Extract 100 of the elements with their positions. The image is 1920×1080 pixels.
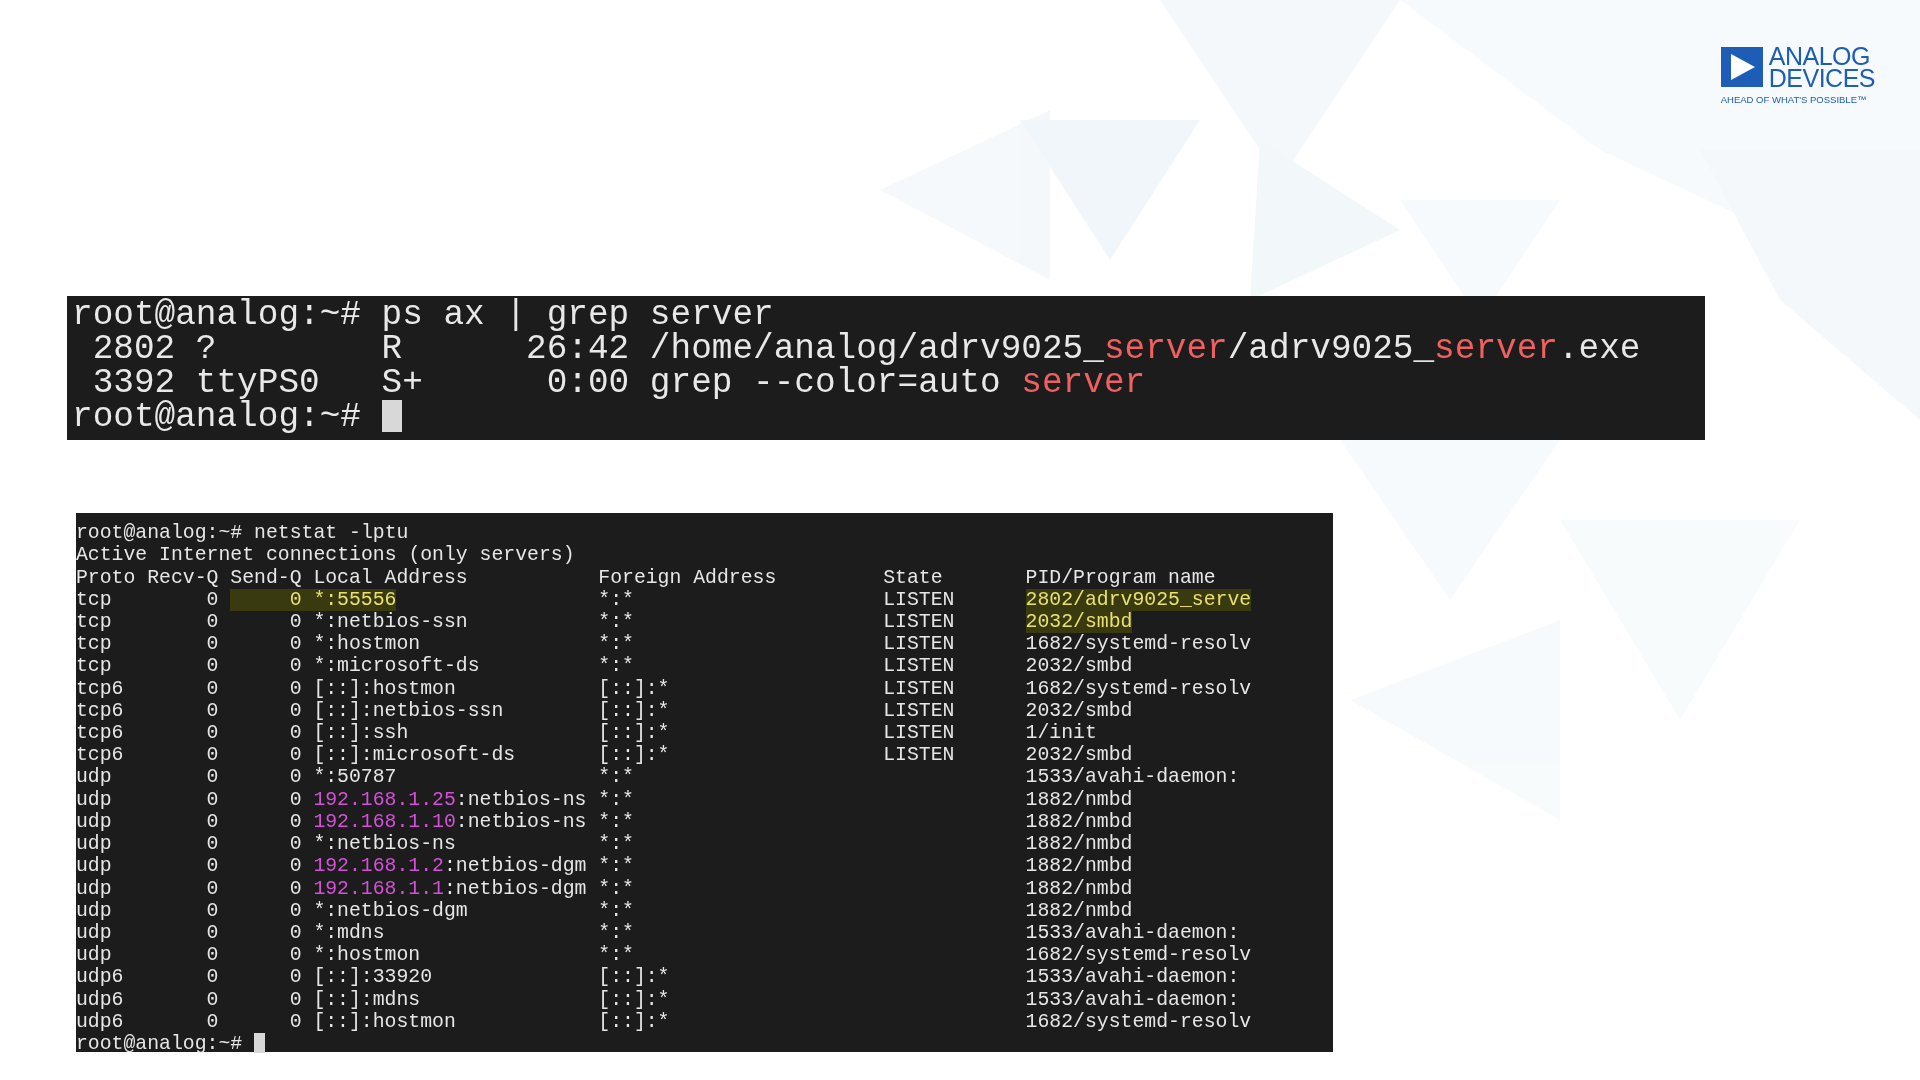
table-cell-text: 0 bbox=[288, 677, 302, 700]
table-cell-text: 0 bbox=[288, 855, 302, 878]
table-cell-text: udp bbox=[76, 788, 113, 811]
table-cell-text: [::]:hostmon bbox=[313, 1010, 457, 1033]
table-cell-text: *:* bbox=[598, 877, 635, 900]
table-cell-text: *:* bbox=[598, 833, 635, 856]
terminal-line: Active Internet connections (only servers) bbox=[76, 544, 575, 567]
table-cell-text: [::]:ssh bbox=[313, 722, 410, 745]
table-cell-text: tcp6 bbox=[76, 722, 125, 745]
table-cell-text: 0 bbox=[205, 1010, 219, 1033]
table-cell-text: 0 bbox=[205, 988, 219, 1011]
table-cell-text: tcp6 bbox=[76, 699, 125, 723]
terminal-line: root@analog:~# bbox=[72, 400, 362, 435]
column-header: Send-Q bbox=[230, 566, 302, 589]
table-cell-text: [::]:mdns bbox=[313, 988, 422, 1011]
table-cell-text: 0 bbox=[288, 744, 302, 767]
table-cell-text: 0 bbox=[288, 655, 302, 678]
table-cell-text: udp6 bbox=[76, 1010, 125, 1033]
table-cell-text: *:* bbox=[598, 611, 635, 634]
table-cell-text: *:* bbox=[598, 788, 635, 811]
table-cell: 2032/smbd bbox=[1025, 744, 1133, 767]
terminal-line: root@analog:~# netstat -lptu bbox=[76, 522, 409, 545]
table-cell-text: tcp bbox=[76, 655, 113, 678]
table-cell-text: 0 bbox=[288, 899, 302, 922]
table-cell-text: udp bbox=[76, 921, 113, 945]
table-cell: 1882/nmbd bbox=[1025, 877, 1133, 900]
table-cell: 1882/nmbd bbox=[1025, 833, 1133, 856]
table-cell-text: tcp bbox=[76, 633, 113, 656]
table-cell-text: *:netbios-ns bbox=[313, 833, 457, 856]
table-cell-text: 0 bbox=[205, 744, 219, 767]
terminal-line: 2802 ? R 26:42 /home/analog/adrv9025_server/adrv9025_server.exe bbox=[92, 332, 1641, 367]
table-cell-text: tcp6 bbox=[76, 744, 125, 767]
table-cell-text: udp6 bbox=[76, 988, 125, 1011]
table-cell-text: [::]:* bbox=[598, 699, 671, 723]
table-cell-text: udp bbox=[76, 766, 113, 789]
logo-icon bbox=[1720, 47, 1763, 87]
table-cell-text: 0 bbox=[288, 1010, 302, 1033]
table-cell-text: *:* bbox=[598, 921, 635, 945]
table-cell: 1882/nmbd bbox=[1025, 855, 1133, 878]
column-header: Foreign Address bbox=[598, 566, 778, 589]
table-cell-text: 0 bbox=[205, 833, 219, 856]
table-cell: 1533/avahi-daemon: bbox=[1025, 766, 1240, 789]
table-cell-text: [::]:* bbox=[598, 966, 671, 989]
table-cell-text: 0 bbox=[205, 655, 219, 678]
table-cell-text: udp bbox=[76, 944, 113, 967]
table-cell: 2802/adrv9025_serve bbox=[1025, 588, 1252, 612]
table-cell-text: *:50787 bbox=[313, 766, 398, 789]
table-cell-text: 0 bbox=[288, 988, 302, 1011]
table-cell-text: udp bbox=[76, 899, 113, 922]
table-cell-text: [::]:* bbox=[598, 988, 671, 1011]
logo-wordmark: ANALOG DEVICES bbox=[1768, 45, 1875, 89]
table-cell-text: 0 bbox=[288, 699, 302, 723]
terminal-line: 3392 ttyPS0 S+ 0:00 grep --color=auto server bbox=[92, 366, 1146, 401]
terminal-line: root@analog:~# ps ax | grep server bbox=[72, 298, 774, 333]
table-cell-text: *:* bbox=[598, 633, 635, 656]
table-cell-text: LISTEN bbox=[883, 633, 956, 656]
table-cell-text: udp bbox=[76, 833, 113, 856]
table-cell: 1682/systemd-resolv bbox=[1025, 944, 1252, 967]
table-cell-text: [::]:microsoft-ds bbox=[313, 744, 517, 767]
table-cell: 1682/systemd-resolv bbox=[1025, 677, 1252, 700]
table-cell-text: 0 bbox=[288, 766, 302, 789]
table-cell-text: 0 bbox=[288, 921, 302, 945]
table-cell-text: *:* bbox=[598, 588, 635, 612]
table-cell-text: *:netbios-dgm bbox=[313, 899, 469, 922]
table-cell-text: 0 bbox=[288, 944, 302, 967]
column-header: State bbox=[883, 566, 944, 589]
table-cell-text: udp bbox=[76, 877, 113, 900]
table-cell-text: 0 bbox=[288, 633, 302, 656]
table-cell-text: 0 bbox=[288, 788, 302, 811]
table-cell-text: *:hostmon bbox=[313, 633, 422, 656]
table-cell-text: 0 bbox=[205, 588, 219, 612]
table-cell-text: 0 bbox=[288, 611, 302, 634]
table-cell-text: tcp6 bbox=[76, 677, 125, 700]
table-cell-text: *:hostmon bbox=[313, 944, 422, 967]
table-cell-text: udp bbox=[76, 855, 113, 878]
column-header: Local Address bbox=[313, 566, 469, 589]
column-header: Recv-Q bbox=[147, 566, 219, 589]
table-cell-text: tcp bbox=[76, 611, 113, 634]
table-cell-text: 0 bbox=[205, 699, 219, 723]
table-cell-text: 0 bbox=[205, 810, 219, 834]
table-cell-text: LISTEN bbox=[883, 744, 956, 767]
table-cell-text: 192.168.1.1:netbios-dgm bbox=[313, 877, 588, 900]
table-cell: 2032/smbd bbox=[1025, 699, 1133, 723]
table-cell-text: LISTEN bbox=[883, 722, 956, 745]
table-cell-text: 192.168.1.25:netbios-ns bbox=[313, 788, 588, 811]
table-cell-text: *:microsoft-ds bbox=[313, 655, 481, 678]
table-cell-text: *:* bbox=[598, 766, 635, 789]
table-cell-text: [::]:* bbox=[598, 677, 671, 700]
table-cell: 2032/smbd bbox=[1025, 655, 1133, 678]
table-cell-text: 0 bbox=[205, 611, 219, 634]
table-cell: 2032/smbd bbox=[1025, 611, 1133, 634]
table-cell-text: udp bbox=[76, 810, 113, 834]
column-header: Proto bbox=[76, 566, 137, 589]
table-cell-text: *:* bbox=[598, 944, 635, 967]
table-cell-text: 0 bbox=[205, 855, 219, 878]
table-cell-text: 0 bbox=[205, 899, 219, 922]
table-cell: 1882/nmbd bbox=[1025, 810, 1133, 834]
table-cell-text: 0 bbox=[205, 944, 219, 967]
table-cell-text: 0 bbox=[205, 633, 219, 656]
table-cell-text: 192.168.1.10:netbios-ns bbox=[313, 810, 588, 834]
